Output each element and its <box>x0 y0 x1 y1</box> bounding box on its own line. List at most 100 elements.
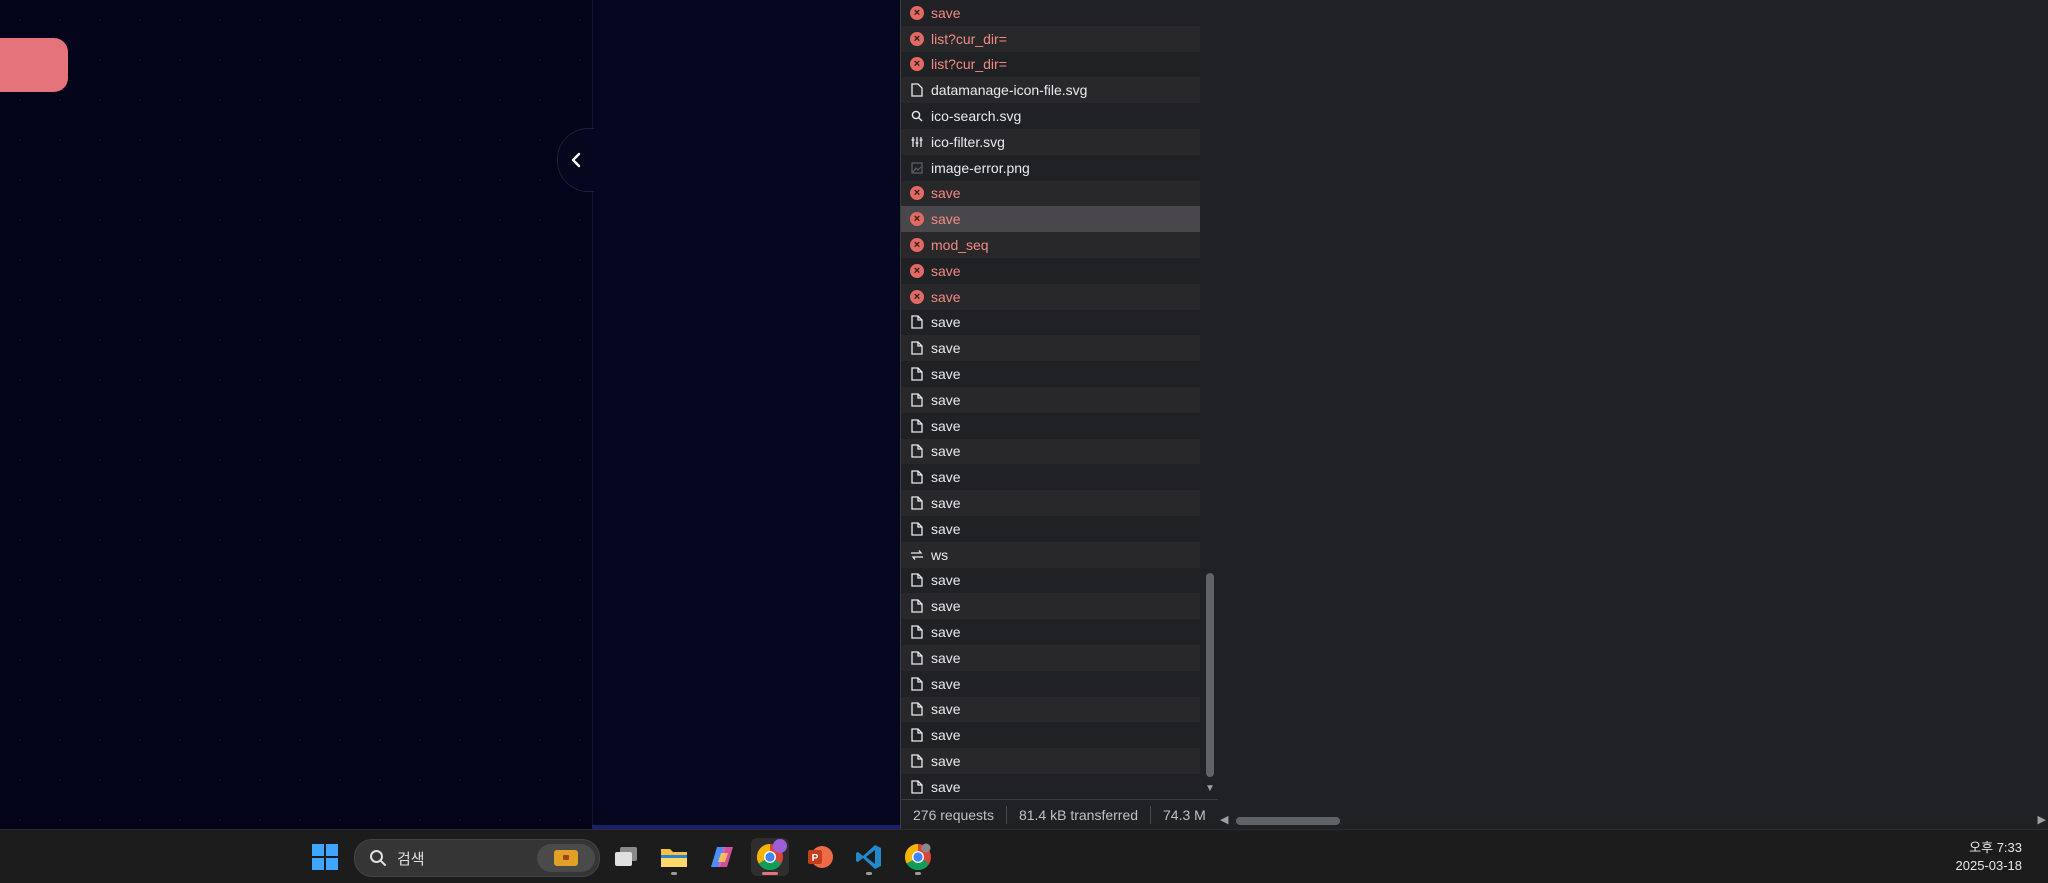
network-request-row[interactable]: save <box>901 386 1200 413</box>
network-request-row[interactable]: ico-search.svg <box>901 103 1200 129</box>
request-name: save <box>931 495 961 512</box>
request-name: save <box>931 520 961 537</box>
network-request-row[interactable]: ws <box>901 541 1200 568</box>
request-name: save <box>931 753 961 769</box>
scroll-down-arrow-icon[interactable]: ▼ <box>1205 783 1215 794</box>
system-clock[interactable]: 오후 7:33 2025-03-18 <box>1956 839 2023 875</box>
network-request-row[interactable]: save <box>901 722 1200 748</box>
network-request-row[interactable]: save <box>901 464 1200 490</box>
document-icon <box>909 314 925 330</box>
network-request-row[interactable]: × save <box>901 180 1200 207</box>
error-icon: × <box>909 289 925 305</box>
search-icon <box>909 108 925 124</box>
task-view-button[interactable] <box>607 838 645 876</box>
running-indicator <box>866 872 872 875</box>
document-icon <box>909 495 925 511</box>
horizontal-scrollbar[interactable]: ◀ ▶ <box>1218 812 2048 829</box>
network-request-row[interactable]: × save <box>901 283 1200 310</box>
request-name: datamanage-icon-file.svg <box>931 82 1088 99</box>
taskbar: 검색 P 오후 7:33 2025-03-18 <box>0 829 2048 883</box>
error-icon: × <box>909 237 925 253</box>
scroll-right-arrow-icon[interactable]: ▶ <box>2038 813 2046 826</box>
network-request-row[interactable]: × mod_seq <box>901 232 1200 258</box>
clock-date: 2025-03-18 <box>1955 858 2023 873</box>
network-request-row[interactable]: save <box>901 593 1200 620</box>
taskbar-search[interactable]: 검색 <box>354 839 600 877</box>
request-name: save <box>931 366 961 383</box>
document-icon <box>909 443 925 459</box>
network-request-row[interactable]: × save <box>901 0 1200 26</box>
app-canvas <box>0 0 592 829</box>
error-icon: × <box>909 211 925 227</box>
document-icon <box>909 753 925 769</box>
network-request-row[interactable]: save <box>901 748 1200 774</box>
document-icon <box>909 598 925 614</box>
chrome-dev-button[interactable] <box>899 838 937 876</box>
file-explorer-button[interactable] <box>655 838 693 876</box>
request-name: save <box>931 262 961 279</box>
network-request-list: × save × list?cur_dir= × list?cur_dir= dataman… <box>901 0 1200 798</box>
request-name: ico-search.svg <box>931 108 1022 125</box>
file-icon <box>909 82 925 98</box>
document-icon <box>909 392 925 408</box>
network-request-row[interactable]: save <box>901 438 1200 465</box>
vscode-icon <box>856 845 881 869</box>
error-icon: × <box>909 31 925 47</box>
start-button[interactable] <box>306 838 344 876</box>
network-request-row[interactable]: datamanage-icon-file.svg <box>901 77 1200 104</box>
copilot-icon <box>711 847 733 867</box>
network-request-row[interactable]: ico-filter.svg <box>901 128 1200 155</box>
request-name: save <box>931 340 961 357</box>
network-request-row[interactable]: save <box>901 361 1200 387</box>
network-request-row[interactable]: × save <box>901 206 1200 233</box>
network-request-row[interactable]: save <box>901 516 1200 542</box>
network-request-row[interactable]: save <box>901 644 1200 671</box>
request-name: save <box>931 4 961 21</box>
chrome-dev-icon <box>904 843 931 871</box>
profile-badge-icon <box>773 839 787 853</box>
request-name: save <box>931 624 961 641</box>
side-tab-button[interactable] <box>0 38 68 92</box>
vertical-scrollbar-thumb[interactable] <box>1206 573 1214 777</box>
network-request-row[interactable]: save <box>901 413 1200 439</box>
request-name: ws <box>931 546 949 563</box>
svg-text:P: P <box>812 853 819 864</box>
network-request-row[interactable]: save <box>901 335 1200 362</box>
vscode-button[interactable] <box>850 838 888 876</box>
vertical-scrollbar[interactable]: ▼ <box>1202 0 1216 798</box>
network-request-row[interactable]: save <box>901 774 1200 798</box>
request-name: list?cur_dir= <box>931 56 1007 73</box>
request-name: save <box>931 598 961 615</box>
document-icon <box>909 701 925 717</box>
document-icon <box>909 340 925 356</box>
network-request-row[interactable]: × list?cur_dir= <box>901 25 1200 52</box>
network-request-row[interactable]: save <box>901 310 1200 336</box>
network-panel: × save × list?cur_dir= × list?cur_dir= dataman… <box>900 0 1218 829</box>
network-request-row[interactable]: × list?cur_dir= <box>901 52 1200 78</box>
network-request-row[interactable]: × save <box>901 258 1200 284</box>
request-name: save <box>931 701 961 718</box>
copilot-button[interactable] <box>703 838 741 876</box>
resources-size: 74.3 M <box>1163 807 1206 823</box>
network-status-bar: 276 requests 81.4 kB transferred 74.3 M <box>901 799 1218 830</box>
network-request-row[interactable]: save <box>901 671 1200 697</box>
powerpoint-button[interactable]: P <box>801 838 839 876</box>
network-request-row[interactable]: save <box>901 696 1200 723</box>
network-request-row[interactable]: image-error.png <box>901 155 1200 181</box>
request-name: save <box>931 649 961 666</box>
request-name: ico-filter.svg <box>931 133 1005 150</box>
request-name: save <box>931 675 961 692</box>
chrome-button[interactable] <box>751 838 789 876</box>
scroll-left-arrow-icon[interactable]: ◀ <box>1220 813 1228 826</box>
transferred-size: 81.4 kB transferred <box>1007 806 1152 824</box>
document-icon <box>909 624 925 640</box>
app-side-panel <box>592 0 901 829</box>
request-name: save <box>931 727 961 744</box>
request-name: save <box>931 572 961 589</box>
horizontal-scrollbar-thumb[interactable] <box>1236 817 1340 825</box>
windows-logo-icon <box>312 844 338 870</box>
network-request-row[interactable]: save <box>901 619 1200 645</box>
network-request-row[interactable]: save <box>901 490 1200 516</box>
document-icon <box>909 779 925 795</box>
network-request-row[interactable]: save <box>901 568 1200 594</box>
